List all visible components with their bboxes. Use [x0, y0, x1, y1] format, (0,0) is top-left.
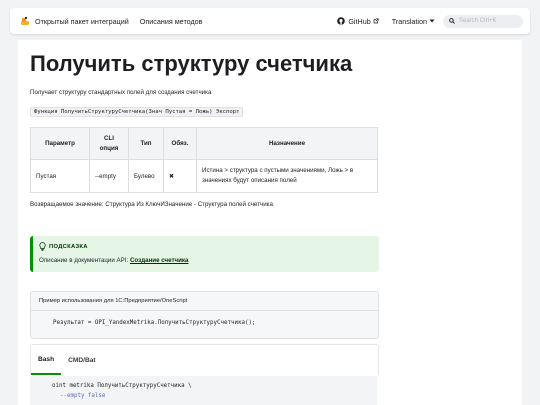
page-description: Получает структуру стандартных полей для…	[30, 89, 212, 96]
cell-type: Булево	[128, 159, 164, 193]
cli-tabs: Bash CMD/Bat	[30, 344, 379, 375]
header-purpose: Назначение	[196, 127, 378, 160]
page-title: Получить структуру счетчика	[30, 51, 353, 76]
nav-link-methods[interactable]: Описания методов	[140, 17, 203, 26]
search-placeholder: Search Ctrl+K	[459, 18, 497, 24]
cell-purpose: Истина > структура с пустыми значениями,…	[196, 159, 378, 193]
header-cli: CLI опция	[89, 127, 129, 160]
example-code: Результат = OPI_YandexMetrika.ПолучитьСт…	[53, 320, 256, 326]
search-icon	[449, 18, 455, 24]
nav-link-integrations[interactable]: Открытый пакет интеграций	[35, 17, 129, 26]
example-header: Пример использования для 1С:Предприятие/…	[31, 292, 378, 311]
logo-icon[interactable]	[20, 16, 30, 26]
translation-label: Translation	[391, 16, 427, 26]
caret-down-icon	[429, 19, 435, 23]
tab-bash[interactable]: Bash	[31, 345, 62, 375]
tip-header: ПОДСКАЗКА	[39, 242, 88, 251]
tip-admonition: ПОДСКАЗКА Описание в документации API: С…	[30, 236, 379, 272]
cell-required: ✖	[163, 159, 197, 193]
tip-title: ПОДСКАЗКА	[49, 243, 88, 250]
main-content: Получить структуру счетчика Получает стр…	[18, 40, 522, 405]
function-signature: Функция ПолучитьСтруктуруСчетчика(Знач П…	[30, 107, 244, 117]
github-link[interactable]: GitHub	[337, 17, 381, 26]
cell-cli: --empty	[89, 159, 129, 193]
header-required: Обяз.	[163, 127, 197, 160]
lightbulb-icon	[39, 242, 46, 251]
header-type: Тип	[128, 127, 164, 160]
external-link-icon	[373, 18, 379, 24]
cli-code-line-2: --empty false	[60, 393, 106, 399]
navbar: Открытый пакет интеграций Описания метод…	[10, 8, 530, 34]
example-code-block: Пример использования для 1С:Предприятие/…	[30, 291, 379, 339]
table-row: Пустая --empty Булево ✖ Истина > структу…	[30, 159, 378, 193]
return-value: Возвращаемое значение: Структура Из Ключ…	[30, 201, 273, 208]
search-input[interactable]: Search Ctrl+K	[443, 14, 523, 28]
github-label: GitHub	[348, 16, 371, 26]
tip-text: Описание в документации API:	[39, 257, 130, 264]
cli-code-block: oint metrika ПолучитьСтруктуруСчетчика \…	[30, 376, 377, 405]
github-icon	[337, 17, 346, 25]
tip-link[interactable]: Создание счетчика	[130, 257, 189, 264]
cell-param: Пустая	[30, 159, 90, 193]
tab-cmd-bat[interactable]: CMD/Bat	[61, 345, 102, 375]
table-header-row: Параметр CLI опция Тип Обяз. Назначение	[30, 127, 378, 160]
tip-body: Описание в документации API: Создание сч…	[39, 257, 188, 264]
params-table: Параметр CLI опция Тип Обяз. Назначение …	[30, 127, 378, 193]
translation-dropdown[interactable]: Translation	[392, 17, 435, 26]
cli-code-line-1: oint metrika ПолучитьСтруктуруСчетчика \	[52, 383, 192, 389]
header-param: Параметр	[30, 127, 90, 160]
